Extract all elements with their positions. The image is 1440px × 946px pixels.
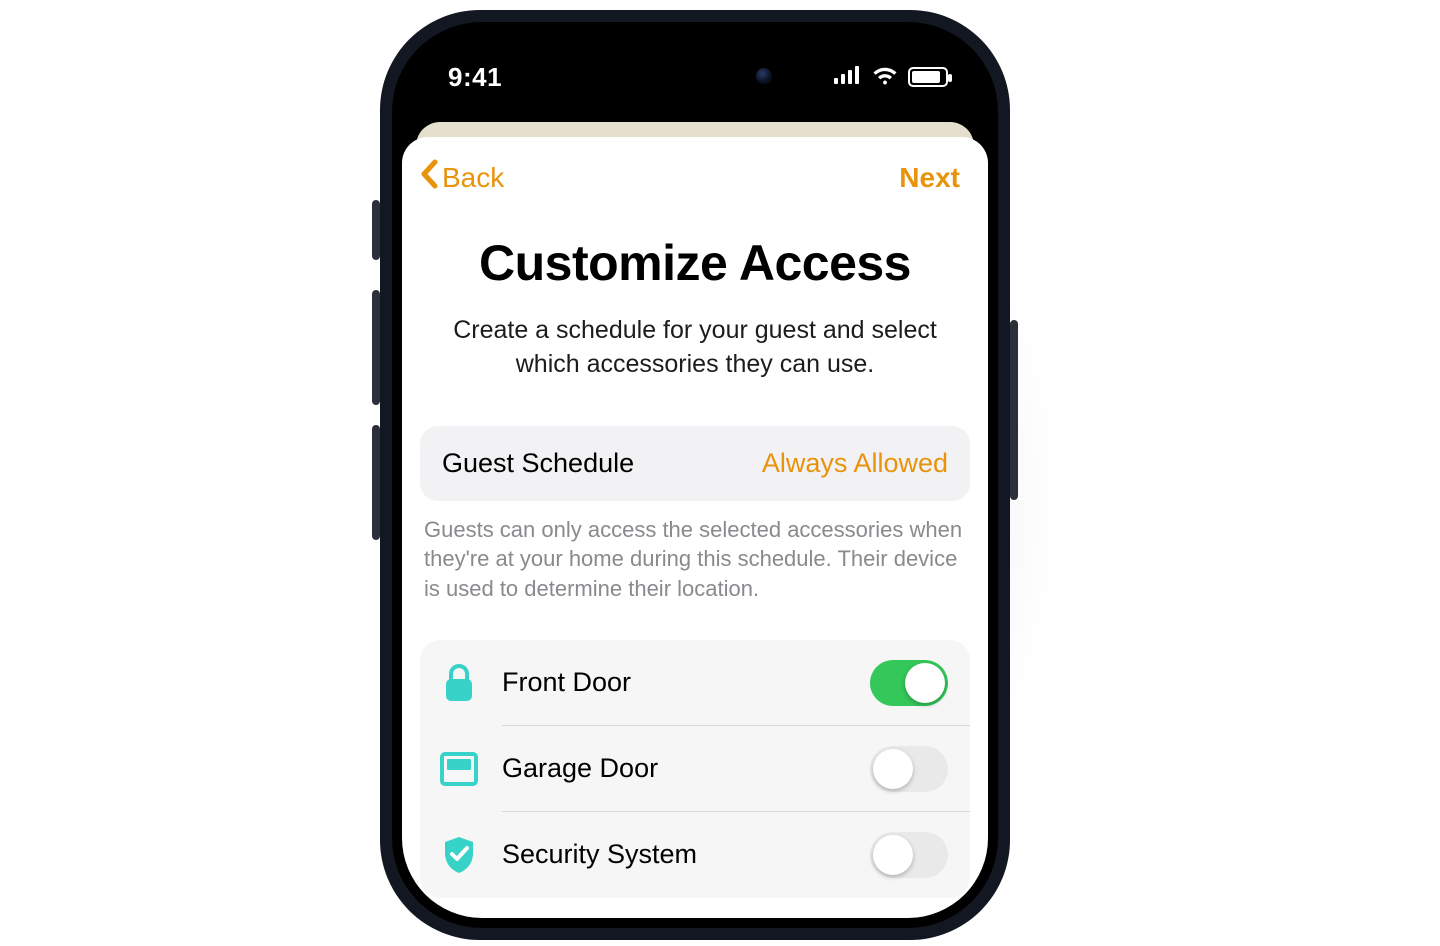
schedule-group: Guest Schedule Always Allowed	[420, 426, 970, 501]
accessory-toggle-front-door[interactable]	[870, 660, 948, 706]
battery-icon	[908, 67, 948, 87]
accessories-list: Front Door Garage Door	[420, 640, 970, 898]
accessory-label: Garage Door	[502, 753, 870, 784]
hero: Customize Access Create a schedule for y…	[402, 206, 988, 392]
dynamic-island	[600, 50, 790, 102]
chevron-left-icon	[420, 159, 438, 196]
accessory-row-garage-door: Garage Door	[420, 726, 970, 812]
guest-schedule-value: Always Allowed	[762, 448, 948, 479]
status-time: 9:41	[448, 62, 502, 93]
garage-icon	[436, 746, 482, 792]
back-label: Back	[442, 162, 504, 194]
accessory-row-security-system: Security System	[420, 812, 970, 898]
phone-frame: 9:41	[380, 10, 1010, 940]
page-subtitle: Create a schedule for your guest and sel…	[438, 314, 952, 382]
guest-schedule-label: Guest Schedule	[442, 448, 634, 479]
nav-bar: Back Next	[402, 145, 988, 206]
status-bar: 9:41	[402, 32, 988, 122]
side-button-volume-down	[372, 425, 380, 540]
accessory-toggle-security-system[interactable]	[870, 832, 948, 878]
wifi-icon	[872, 65, 898, 90]
accessory-label: Security System	[502, 839, 870, 870]
modal-sheet: Back Next Customize Access Create a sche…	[402, 137, 988, 918]
phone-frame-inner: 9:41	[392, 22, 998, 928]
side-button-volume-up	[372, 290, 380, 405]
page-title: Customize Access	[438, 234, 952, 292]
side-button-power	[1010, 320, 1018, 500]
next-button[interactable]: Next	[899, 162, 960, 194]
screen: 9:41	[402, 32, 988, 918]
side-button-silent	[372, 200, 380, 260]
accessory-row-front-door: Front Door	[420, 640, 970, 726]
lock-icon	[436, 660, 482, 706]
status-icons	[834, 65, 948, 90]
shield-check-icon	[436, 832, 482, 878]
accessory-label: Front Door	[502, 667, 870, 698]
cellular-icon	[834, 66, 862, 89]
guest-schedule-cell[interactable]: Guest Schedule Always Allowed	[420, 426, 970, 501]
accessory-toggle-garage-door[interactable]	[870, 746, 948, 792]
back-button[interactable]: Back	[420, 159, 504, 196]
schedule-footnote: Guests can only access the selected acce…	[402, 501, 988, 612]
